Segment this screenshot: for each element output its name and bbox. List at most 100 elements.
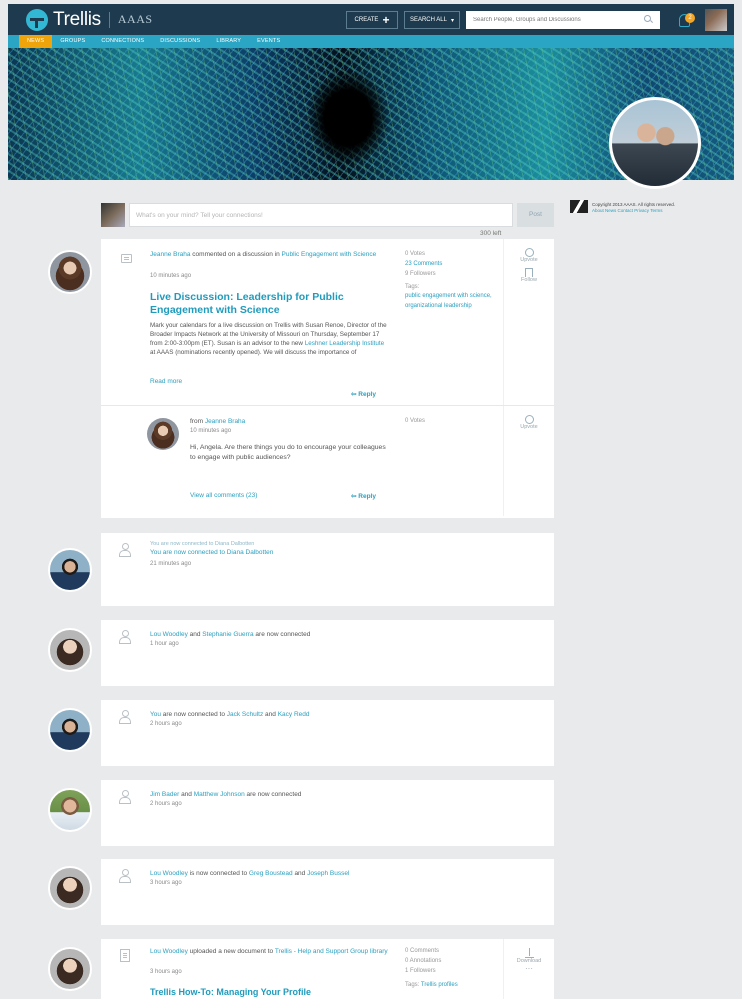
discussion-card: Jeanne Braha commented on a discussion i… bbox=[101, 239, 554, 518]
person-icon bbox=[119, 869, 131, 883]
read-more-link[interactable]: Read more bbox=[150, 378, 182, 385]
create-button[interactable]: CREATE + bbox=[346, 11, 398, 29]
search-input[interactable] bbox=[466, 17, 636, 23]
group-link[interactable]: Trellis - Help and Support bbox=[275, 948, 348, 955]
plus-icon: + bbox=[382, 13, 390, 27]
nav-discussions[interactable]: DISCUSSIONS bbox=[152, 35, 208, 48]
org-name: AAAS bbox=[117, 12, 153, 26]
avatar[interactable] bbox=[48, 250, 92, 294]
comment-reply-button[interactable]: ⇦ Reply bbox=[351, 492, 376, 500]
post-button[interactable]: Post bbox=[517, 203, 554, 227]
nav-news[interactable]: NEWS bbox=[19, 35, 53, 48]
discussion-title[interactable]: Live Discussion: Leadership for Public E… bbox=[150, 291, 360, 317]
person-link[interactable]: Joseph Bussel bbox=[307, 870, 349, 877]
tags-label: Tags: bbox=[405, 284, 420, 290]
person-link[interactable]: Kacy Redd bbox=[278, 711, 310, 718]
tags-row: Tags: Trellis profiles bbox=[405, 980, 458, 990]
notifications-button[interactable]: 2 bbox=[678, 10, 696, 30]
activity-verb: are now connected bbox=[244, 791, 302, 798]
person-link[interactable]: Lou Woodley bbox=[150, 631, 188, 638]
avatar[interactable] bbox=[48, 628, 92, 672]
actor-link[interactable]: Lou Woodley bbox=[150, 948, 188, 955]
activity-line: Lou Woodley is now connected to Greg Bou… bbox=[150, 869, 349, 878]
timestamp: 1 hour ago bbox=[150, 641, 179, 647]
actor-link[interactable]: You bbox=[150, 549, 161, 556]
nav-events[interactable]: EVENTS bbox=[249, 35, 288, 48]
group-link[interactable]: Public Engagement with Science bbox=[282, 251, 377, 258]
avatar[interactable] bbox=[48, 947, 92, 991]
document-actions: Download ··· bbox=[503, 939, 554, 999]
trellis-logo-icon bbox=[26, 8, 48, 31]
nav-library[interactable]: LIBRARY bbox=[208, 35, 249, 48]
comment-votes: 0 Votes bbox=[405, 418, 426, 424]
trellis-logo[interactable]: Trellis AAAS bbox=[26, 8, 153, 31]
discussion-body: Mark your calendars for a live discussio… bbox=[150, 321, 388, 357]
profile-photo[interactable] bbox=[609, 97, 701, 189]
reply-label: Reply bbox=[358, 493, 376, 500]
connection-card: Lou Woodley and Stephanie Guerra are now… bbox=[101, 620, 554, 686]
avatar[interactable] bbox=[48, 548, 92, 592]
tag-link[interactable]: organizational leadership bbox=[405, 301, 492, 311]
timestamp: 21 minutes ago bbox=[150, 561, 192, 567]
actor-link[interactable]: Jeanne Braha bbox=[150, 251, 190, 258]
document-stats: 0 Comments 0 Annotations 1 Followers Tag… bbox=[405, 946, 458, 990]
main-nav: NEWS GROUPS CONNECTIONS DISCUSSIONS LIBR… bbox=[8, 35, 734, 48]
comments-count[interactable]: 23 Comments bbox=[405, 259, 492, 269]
person-link[interactable]: Diana Dalbotten bbox=[227, 549, 274, 556]
comment-author-link[interactable]: Jeanne Braha bbox=[205, 418, 245, 425]
person-link[interactable]: Greg Boustead bbox=[249, 870, 293, 877]
person-icon bbox=[119, 630, 131, 644]
person-link[interactable]: Lou Woodley bbox=[150, 870, 188, 877]
person-link[interactable]: Jim Bader bbox=[150, 791, 179, 798]
body-text-2: at AAAS (nominations recently opened). W… bbox=[150, 349, 357, 356]
activity-verb: uploaded a new document to bbox=[187, 948, 275, 955]
person-icon bbox=[119, 710, 131, 724]
user-avatar[interactable] bbox=[705, 9, 727, 31]
activity-verb: are now connected bbox=[253, 631, 311, 638]
create-label: CREATE bbox=[354, 17, 379, 23]
upvote-icon[interactable] bbox=[524, 415, 534, 424]
person-link[interactable]: Jack Schultz bbox=[227, 711, 264, 718]
nav-connections[interactable]: CONNECTIONS bbox=[93, 35, 152, 48]
person-link[interactable]: Stephanie Guerra bbox=[202, 631, 253, 638]
reply-button[interactable]: ⇦ Reply bbox=[351, 390, 376, 398]
follow-icon[interactable] bbox=[525, 268, 533, 277]
commenter-avatar[interactable] bbox=[147, 418, 179, 450]
more-icon[interactable]: ··· bbox=[504, 964, 554, 973]
document-icon bbox=[120, 949, 130, 962]
activity-verb: commented on a discussion in bbox=[190, 251, 282, 258]
top-bar: Trellis AAAS CREATE+ SEARCH ALL ▾ 2 bbox=[8, 4, 734, 35]
timestamp: 2 hours ago bbox=[150, 801, 182, 807]
status-input[interactable]: What's on your mind? Tell your connectio… bbox=[129, 203, 513, 227]
person-link[interactable]: Matthew Johnson bbox=[194, 791, 245, 798]
avatar[interactable] bbox=[48, 866, 92, 910]
upvote-icon[interactable] bbox=[524, 248, 534, 257]
aaas-logo[interactable] bbox=[570, 200, 588, 213]
follow-label[interactable]: Follow bbox=[504, 277, 554, 283]
avatar[interactable] bbox=[48, 708, 92, 752]
tag-link[interactable]: Trellis profiles bbox=[421, 982, 458, 988]
activity-line: Jim Bader and Matthew Johnson are now co… bbox=[150, 790, 301, 799]
comment-text: Hi, Angela. Are there things you do to e… bbox=[190, 444, 386, 461]
activity-line: Lou Woodley and Stephanie Guerra are now… bbox=[150, 630, 310, 639]
comment-actions: Upvote bbox=[503, 406, 554, 516]
download-icon[interactable] bbox=[524, 948, 534, 958]
nav-groups[interactable]: GROUPS bbox=[52, 35, 93, 48]
view-all-comments-link[interactable]: View all comments (23) bbox=[190, 492, 257, 499]
actor-link[interactable]: You bbox=[150, 711, 161, 718]
connection-card: Jim Bader and Matthew Johnson are now co… bbox=[101, 780, 554, 846]
avatar[interactable] bbox=[48, 788, 92, 832]
upvote-label[interactable]: Upvote bbox=[504, 424, 554, 430]
notification-badge: 2 bbox=[685, 13, 695, 23]
footer-links[interactable]: About News Contact Privacy Terms bbox=[570, 208, 710, 214]
person-icon bbox=[119, 790, 131, 804]
upvote-label[interactable]: Upvote bbox=[504, 257, 554, 263]
tag-link[interactable]: public engagement with science, bbox=[405, 291, 492, 301]
copyright-text: Copyright 2013 AAAS. All rights reserved… bbox=[592, 202, 676, 207]
body-link[interactable]: Leshner Leadership Institute bbox=[305, 340, 384, 347]
comments-count: 0 Comments bbox=[405, 948, 440, 954]
search-icon[interactable] bbox=[644, 15, 651, 22]
search-all-dropdown[interactable]: SEARCH ALL ▾ bbox=[404, 11, 460, 29]
activity-line: You are now connected to Diana Dalbotten bbox=[150, 548, 273, 557]
timestamp: 2 hours ago bbox=[150, 721, 182, 727]
